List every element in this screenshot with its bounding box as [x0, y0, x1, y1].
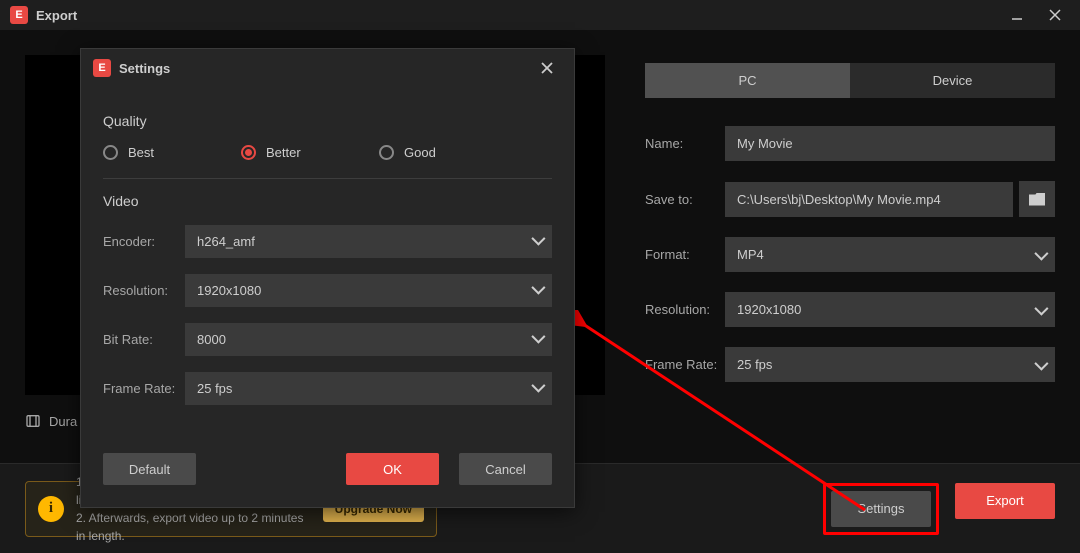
quality-good-label: Good: [404, 145, 436, 160]
bitrate-value[interactable]: [185, 323, 552, 356]
framerate-value[interactable]: [725, 347, 1055, 382]
settings-resolution-label: Resolution:: [103, 283, 185, 298]
duration-text: Dura: [49, 414, 77, 429]
app-icon: E: [93, 59, 111, 77]
window-title: Export: [36, 8, 77, 23]
resolution-value[interactable]: [725, 292, 1055, 327]
radio-icon: [241, 145, 256, 160]
default-button[interactable]: Default: [103, 453, 196, 485]
export-form: PC Device Name: Save to: Format: Resolut…: [645, 55, 1055, 460]
close-button[interactable]: [1040, 0, 1070, 30]
quality-best-radio[interactable]: Best: [103, 145, 241, 160]
settings-dialog: E Settings Quality Best Better Good Vide…: [80, 48, 575, 508]
bitrate-select[interactable]: [185, 323, 552, 356]
framerate-label: Frame Rate:: [645, 357, 725, 372]
video-section-title: Video: [103, 193, 552, 209]
quality-best-label: Best: [128, 145, 154, 160]
quality-better-label: Better: [266, 145, 301, 160]
name-input[interactable]: [725, 126, 1055, 161]
settings-button[interactable]: Settings: [831, 491, 931, 527]
dialog-title: Settings: [119, 61, 170, 76]
saveto-label: Save to:: [645, 192, 725, 207]
quality-section-title: Quality: [103, 113, 552, 129]
radio-icon: [103, 145, 118, 160]
info-icon: i: [38, 496, 64, 522]
format-value[interactable]: [725, 237, 1055, 272]
browse-button[interactable]: [1019, 181, 1055, 217]
name-label: Name:: [645, 136, 725, 151]
settings-framerate-value[interactable]: [185, 372, 552, 405]
resolution-label: Resolution:: [645, 302, 725, 317]
resolution-select[interactable]: [725, 292, 1055, 327]
format-label: Format:: [645, 247, 725, 262]
settings-resolution-select[interactable]: [185, 274, 552, 307]
folder-icon: [1029, 193, 1045, 206]
bitrate-label: Bit Rate:: [103, 332, 185, 347]
encoder-select[interactable]: [185, 225, 552, 258]
cancel-button[interactable]: Cancel: [459, 453, 552, 485]
encoder-label: Encoder:: [103, 234, 185, 249]
tab-device[interactable]: Device: [850, 63, 1055, 98]
ok-button[interactable]: OK: [346, 453, 439, 485]
film-icon: [25, 413, 41, 429]
format-select[interactable]: [725, 237, 1055, 272]
settings-resolution-value[interactable]: [185, 274, 552, 307]
annotation-highlight: Settings: [823, 483, 939, 535]
export-button[interactable]: Export: [955, 483, 1055, 519]
minimize-button[interactable]: [1002, 0, 1032, 30]
tab-pc[interactable]: PC: [645, 63, 850, 98]
quality-better-radio[interactable]: Better: [241, 145, 379, 160]
radio-icon: [379, 145, 394, 160]
title-bar: E Export: [0, 0, 1080, 30]
encoder-value[interactable]: [185, 225, 552, 258]
quality-good-radio[interactable]: Good: [379, 145, 517, 160]
settings-framerate-select[interactable]: [185, 372, 552, 405]
saveto-input[interactable]: [725, 182, 1013, 217]
framerate-select[interactable]: [725, 347, 1055, 382]
app-icon: E: [10, 6, 28, 24]
tip-line-2: 2. Afterwards, export video up to 2 minu…: [76, 509, 311, 545]
settings-framerate-label: Frame Rate:: [103, 381, 185, 396]
dialog-close-button[interactable]: [532, 53, 562, 83]
